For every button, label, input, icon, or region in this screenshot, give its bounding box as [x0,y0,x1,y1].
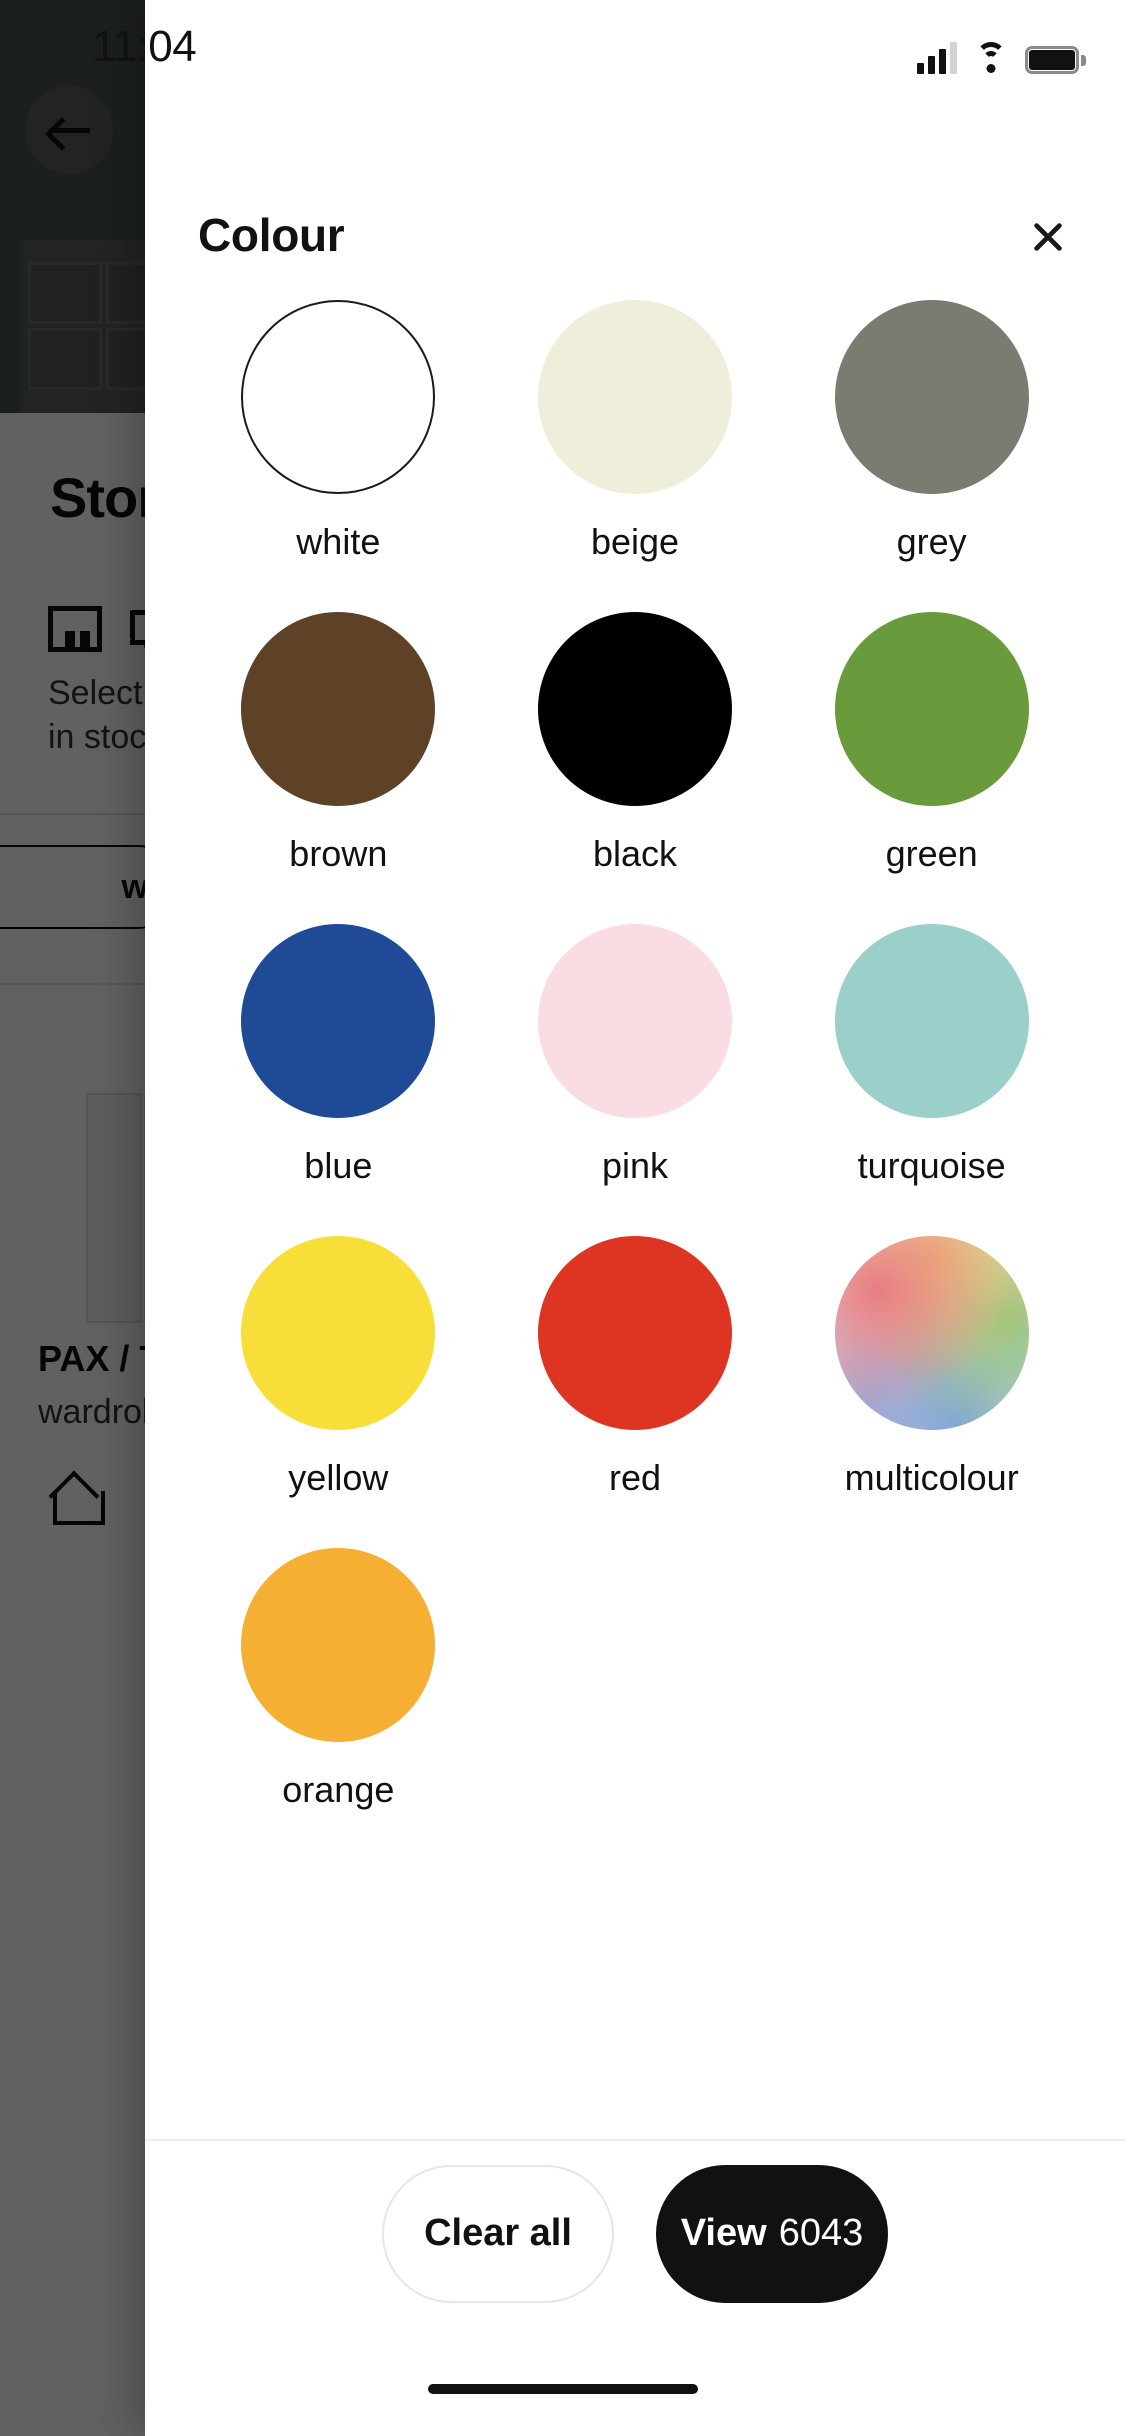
battery-icon [1025,46,1086,74]
colour-dot [834,300,1029,494]
colour-swatch[interactable]: multicolour [783,1236,1080,1496]
colour-label: brown [289,833,388,874]
colour-dot [834,1236,1029,1430]
colour-swatch[interactable]: green [783,612,1080,872]
colour-dot [241,924,436,1118]
view-count: 6043 [778,2212,864,2254]
status-bar: 11:04 [0,0,1125,100]
colour-label: orange [282,1769,395,1810]
colour-dot [537,612,732,806]
colour-dot [537,300,732,494]
colour-dot [241,300,436,494]
colour-swatch[interactable]: red [487,1236,784,1496]
colour-swatch[interactable]: yellow [190,1236,487,1496]
colour-label: red [608,1457,661,1498]
view-results-button[interactable]: View 6043 [656,2164,888,2303]
colour-swatch[interactable]: beige [487,300,784,560]
colour-swatch[interactable]: grey [783,300,1080,560]
colour-dot [241,1548,436,1742]
colour-label: green [885,833,978,874]
colour-dot [241,612,436,806]
colour-swatch[interactable]: white [190,300,487,560]
colour-dot [537,1236,732,1430]
colour-dot [241,1236,436,1430]
colour-label: multicolour [844,1457,1019,1498]
colour-filter-sheet: Colour white beige grey brown black green blue… [145,0,1125,2436]
colour-dot [537,924,732,1118]
colour-label: grey [896,521,967,562]
colour-swatch[interactable]: black [487,612,784,872]
colour-swatch[interactable]: pink [487,924,784,1184]
screen: Stor Select st in stock w [0,0,1125,2436]
colour-label: pink [601,1145,669,1186]
close-icon[interactable] [1016,205,1080,269]
colour-dot [834,924,1029,1118]
sheet-title: Colour [198,209,345,261]
status-time: 11:04 [91,22,197,71]
colour-label: blue [304,1145,373,1186]
colour-dot [834,612,1029,806]
colour-label: beige [590,521,680,562]
colour-label: yellow [288,1457,389,1498]
colour-grid: white beige grey brown black green blue pink tur… [190,300,1080,1808]
colour-swatch[interactable]: orange [190,1548,487,1808]
colour-label: black [592,833,678,874]
colour-swatch[interactable]: brown [190,612,487,872]
status-indicators [917,30,1086,74]
colour-list-scroll[interactable]: white beige grey brown black green blue pink tur… [145,300,1125,2139]
colour-swatch[interactable]: blue [190,924,487,1184]
colour-swatch[interactable]: turquoise [783,924,1080,1184]
clear-all-button[interactable]: Clear all [382,2164,614,2303]
colour-label: white [296,521,381,562]
home-indicator [427,2384,698,2394]
view-label: View [680,2212,767,2254]
colour-label: turquoise [857,1145,1006,1186]
wifi-icon [971,42,1011,74]
cellular-signal-icon [917,40,957,74]
